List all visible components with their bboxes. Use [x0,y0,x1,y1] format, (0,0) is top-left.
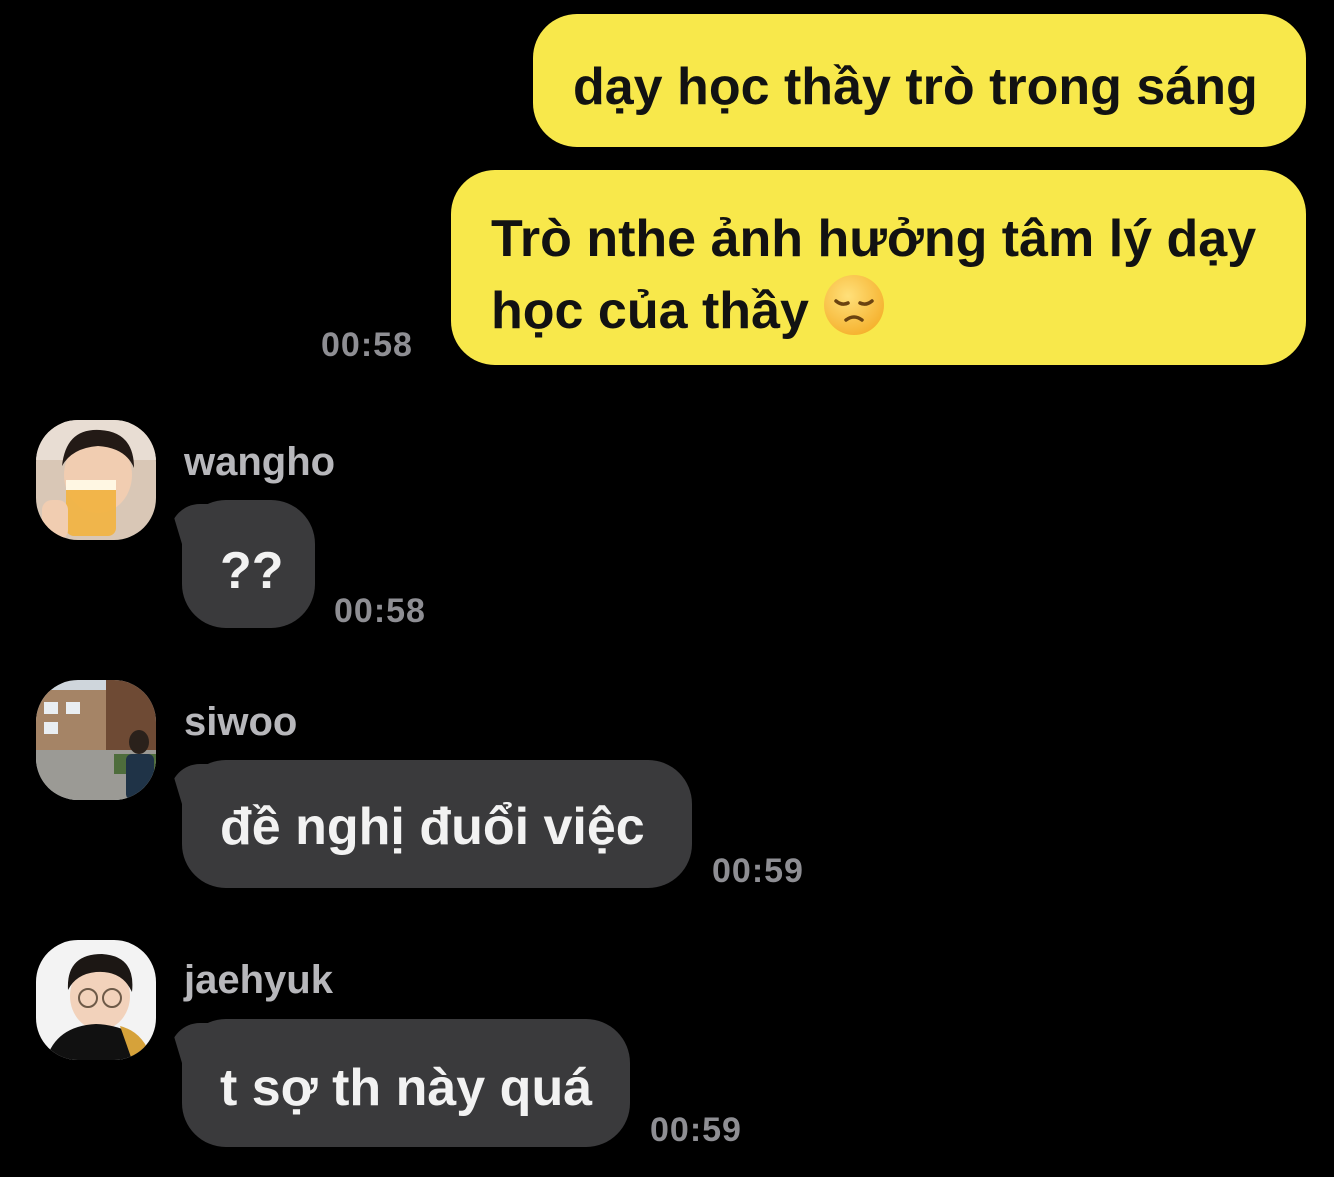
message-text: ?? [220,542,284,600]
sender-name: siwoo [184,700,298,744]
message-timestamp: 00:59 [650,1111,742,1149]
avatar-siwoo[interactable] [36,680,156,800]
message-text-line: học của thầy [491,274,1306,346]
avatar-wangho[interactable] [36,420,156,540]
message-text: học của thầy [491,281,809,340]
chat-view: dạy học thầy trò trong sáng 00:58 Trò nt… [0,0,1334,1177]
disappointed-face-icon [823,274,885,336]
incoming-message-bubble[interactable]: đề nghị đuổi việc [182,760,692,888]
message-text: dạy học thầy trò trong sáng [573,58,1258,116]
message-timestamp: 00:58 [321,326,413,364]
message-text-line: Trò nthe ảnh hưởng tâm lý dạy [491,210,1257,268]
sender-name: jaehyuk [184,958,333,1002]
message-timestamp: 00:59 [712,852,804,890]
sender-name: wangho [184,440,336,484]
outgoing-message-bubble[interactable]: Trò nthe ảnh hưởng tâm lý dạy học của th… [451,170,1306,365]
message-text: t sợ th này quá [220,1059,593,1117]
avatar-jaehyuk[interactable] [36,940,156,1060]
message-timestamp: 00:58 [334,592,426,630]
message-text: đề nghị đuổi việc [220,798,645,856]
incoming-message-bubble[interactable]: ?? [182,500,315,628]
incoming-message-bubble[interactable]: t sợ th này quá [182,1019,630,1147]
outgoing-message-bubble[interactable]: dạy học thầy trò trong sáng [533,14,1306,147]
